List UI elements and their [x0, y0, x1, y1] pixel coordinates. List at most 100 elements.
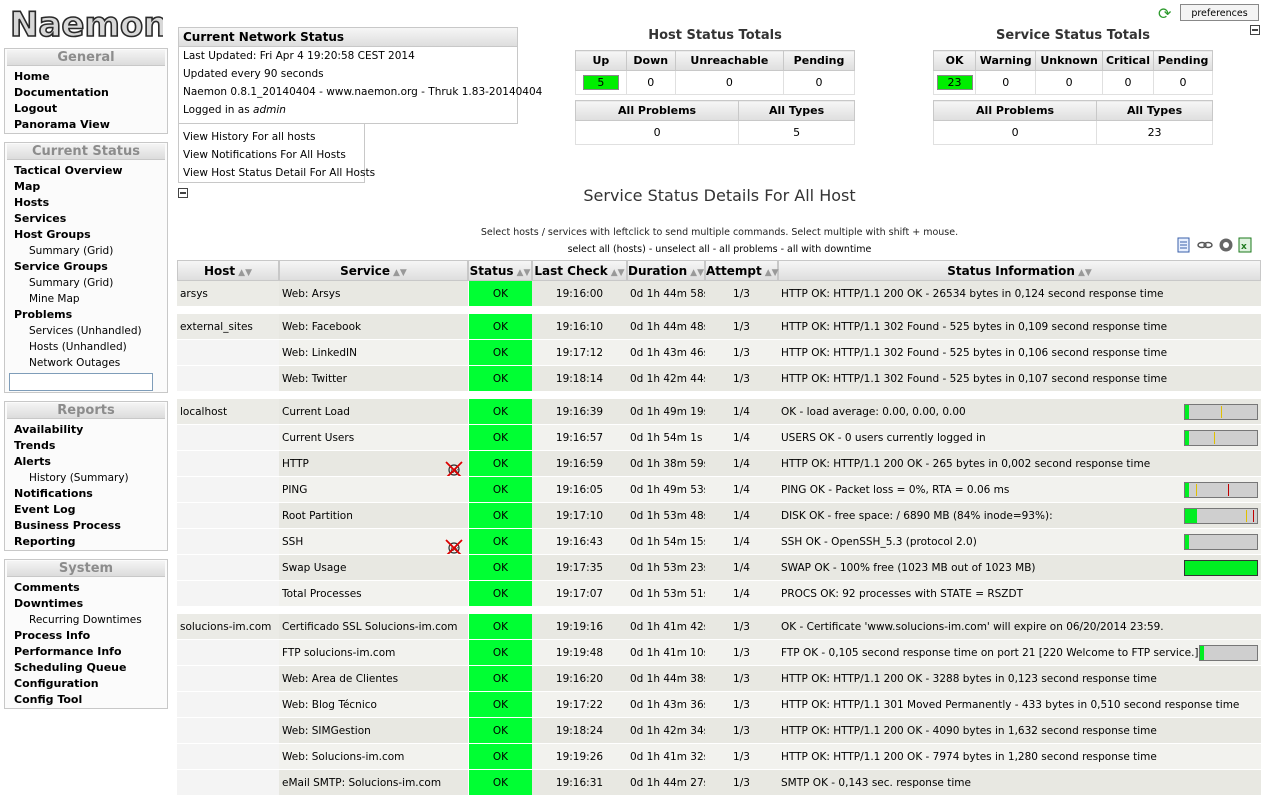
status-badge[interactable]: OK: [468, 366, 532, 392]
service-cell[interactable]: Web: Arsys: [279, 281, 468, 307]
nav-hosts-unhandled[interactable]: Hosts (Unhandled): [5, 339, 167, 355]
service-totals-header[interactable]: Unknown: [1035, 50, 1103, 71]
service-all-problems-header[interactable]: All Problems: [932, 100, 1098, 121]
service-totals-header[interactable]: Pending: [1153, 50, 1213, 71]
perfdata-bar[interactable]: [1184, 403, 1258, 420]
sort-icon[interactable]: ▲▼: [1078, 268, 1092, 278]
nav-business-process[interactable]: Business Process: [5, 518, 167, 534]
status-badge[interactable]: OK: [468, 399, 532, 425]
status-badge[interactable]: OK: [468, 281, 532, 307]
service-cell[interactable]: Root Partition: [279, 503, 468, 529]
status-badge[interactable]: OK: [468, 614, 532, 640]
nav-availability[interactable]: Availability: [5, 422, 167, 438]
service-cell[interactable]: SSH ok: [279, 529, 468, 555]
status-badge[interactable]: OK: [468, 718, 532, 744]
status-badge[interactable]: OK: [468, 529, 532, 555]
columns-icon[interactable]: [1218, 237, 1234, 253]
perfdata-bar[interactable]: [1184, 559, 1258, 576]
unselect-all-link[interactable]: unselect all: [655, 244, 709, 255]
nav-event-log[interactable]: Event Log: [5, 502, 167, 518]
service-cell[interactable]: Swap Usage: [279, 555, 468, 581]
host-cell[interactable]: solucions-im.com: [177, 614, 279, 640]
host-totals-header[interactable]: Up: [575, 50, 627, 71]
service-cell[interactable]: Web: LinkedIN: [279, 340, 468, 366]
hosts-down-count[interactable]: 0: [625, 70, 676, 95]
service-cell[interactable]: FTP solucions-im.com: [279, 640, 468, 666]
perfdata-bar[interactable]: [1198, 644, 1258, 661]
service-all-problems-count[interactable]: 0: [932, 120, 1098, 145]
table-row[interactable]: Web: Area de Clientes OK 19:16:20 0d 1h 44m…: [177, 666, 1261, 692]
service-cell[interactable]: Current Users: [279, 425, 468, 451]
link-notifications-all-hosts[interactable]: View Notifications For All Hosts: [179, 146, 364, 164]
nav-hosts[interactable]: Hosts: [5, 195, 167, 211]
nav-downtimes[interactable]: Downtimes: [5, 596, 167, 612]
service-cell[interactable]: Web: SIMGestion: [279, 718, 468, 744]
perfdata-bar[interactable]: [1184, 481, 1258, 498]
sort-icon[interactable]: ▲▼: [238, 268, 252, 278]
service-name[interactable]: Web: Arsys: [282, 288, 340, 300]
link-history-all-hosts[interactable]: View History For all hosts: [179, 128, 364, 146]
column-header-status[interactable]: Status ▲▼: [468, 260, 532, 281]
table-row[interactable]: Web: Blog Técnico OK 19:17:22 0d 1h 43m 36s…: [177, 692, 1261, 718]
table-row[interactable]: solucions-im.com Certificado SSL Solucion…: [177, 614, 1261, 640]
table-row[interactable]: Web: LinkedIN OK 19:17:12 0d 1h 43m 46s 1/3 H…: [177, 340, 1261, 366]
table-row[interactable]: SSH ok OK19:16:430d 1h 54m 15s1/4SSH OK - …: [177, 529, 1261, 555]
service-all-types-header[interactable]: All Types: [1096, 100, 1213, 121]
nav-reporting[interactable]: Reporting: [5, 534, 167, 550]
status-badge[interactable]: OK: [468, 451, 532, 477]
nav-scheduling-queue[interactable]: Scheduling Queue: [5, 660, 167, 676]
table-row[interactable]: Root Partition OK 19:17:10 0d 1h 53m 48s 1/4…: [177, 503, 1261, 529]
status-badge[interactable]: OK: [468, 555, 532, 581]
status-badge[interactable]: OK: [468, 770, 532, 796]
service-name[interactable]: Web: LinkedIN: [282, 347, 357, 359]
table-row[interactable]: Current Users OK 19:16:57 0d 1h 54m 1s 1/4 US…: [177, 425, 1261, 451]
excel-export-icon[interactable]: x: [1237, 237, 1253, 253]
services-pending-count[interactable]: 0: [1153, 70, 1213, 95]
service-name[interactable]: Current Load: [282, 406, 350, 418]
table-row[interactable]: external_sites Web: Facebook OK 19:16:10 0d …: [177, 314, 1261, 340]
column-header-attempt[interactable]: Attempt ▲▼: [705, 260, 779, 281]
sort-icon[interactable]: ▲▼: [393, 268, 407, 278]
services-ok-count[interactable]: 23: [936, 75, 973, 90]
status-badge[interactable]: OK: [468, 477, 532, 503]
nav-documentation[interactable]: Documentation: [5, 85, 167, 101]
service-name[interactable]: SSH: [282, 536, 303, 548]
hosts-unreachable-count[interactable]: 0: [674, 70, 785, 95]
nav-performance-info[interactable]: Performance Info: [5, 644, 167, 660]
nav-services[interactable]: Services: [5, 211, 167, 227]
table-row[interactable]: PING OK 19:16:05 0d 1h 49m 53s 1/4 PING OK - …: [177, 477, 1261, 503]
service-cell[interactable]: Web: Twitter: [279, 366, 468, 392]
column-header-service[interactable]: Service ▲▼: [279, 260, 468, 281]
service-cell[interactable]: Web: Facebook: [279, 314, 468, 340]
nav-host-groups[interactable]: Host Groups: [5, 227, 167, 243]
service-name[interactable]: Web: SIMGestion: [282, 725, 371, 737]
table-row[interactable]: eMail SMTP: Solucions-im.com OK 19:16:31 0d…: [177, 770, 1261, 796]
services-critical-count[interactable]: 0: [1101, 70, 1155, 95]
link-host-status-detail[interactable]: View Host Status Detail For All Hosts: [179, 164, 375, 182]
nav-search-input[interactable]: [9, 373, 153, 391]
nav-map[interactable]: Map: [5, 179, 167, 195]
hosts-up-count[interactable]: 5: [582, 75, 619, 90]
table-row[interactable]: Web: Solucions-im.com OK 19:19:26 0d 1h 41m…: [177, 744, 1261, 770]
nav-history-summary[interactable]: History (Summary): [5, 470, 167, 486]
host-all-problems-header[interactable]: All Problems: [574, 100, 740, 121]
service-cell[interactable]: PING: [279, 477, 468, 503]
service-all-types-count[interactable]: 23: [1096, 120, 1213, 145]
service-totals-header[interactable]: Critical: [1101, 50, 1155, 71]
service-cell[interactable]: Total Processes: [279, 581, 468, 607]
perfdata-bar[interactable]: [1184, 507, 1258, 524]
service-cell[interactable]: Current Load: [279, 399, 468, 425]
host-cell[interactable]: arsys: [177, 281, 279, 307]
service-name[interactable]: Web: Solucions-im.com: [282, 751, 404, 763]
service-name[interactable]: Total Processes: [282, 588, 362, 600]
service-totals-header[interactable]: OK: [932, 50, 977, 71]
nav-config-tool[interactable]: Config Tool: [5, 692, 167, 708]
nav-service-groups[interactable]: Service Groups: [5, 259, 167, 275]
services-unknown-count[interactable]: 0: [1035, 70, 1103, 95]
service-name[interactable]: Web: Area de Clientes: [282, 673, 398, 685]
nav-host-groups-summary[interactable]: Summary (Grid): [5, 243, 167, 259]
table-row[interactable]: Web: Twitter OK 19:18:14 0d 1h 42m 44s 1/3 HT…: [177, 366, 1261, 392]
host-totals-header[interactable]: Unreachable: [674, 50, 785, 71]
service-name[interactable]: PING: [282, 484, 307, 496]
service-name[interactable]: HTTP: [282, 458, 309, 470]
